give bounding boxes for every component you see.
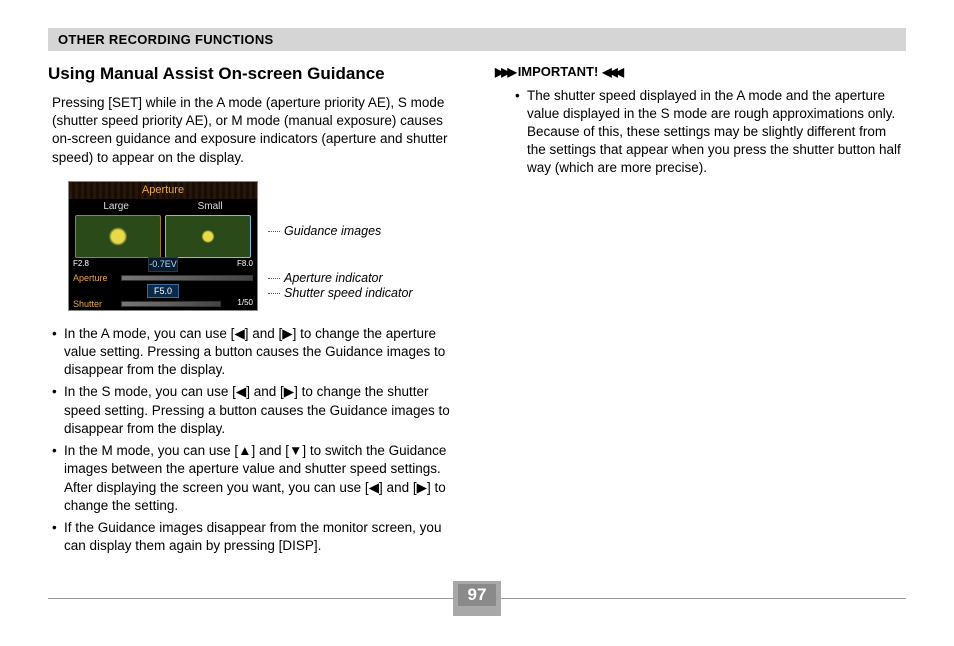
leader-line-icon (268, 278, 280, 279)
lcd-ev-row: F2.8 -0.7EV F8.0 (69, 258, 257, 272)
lcd-label-small: Small (198, 200, 223, 214)
lcd-aperture-value: F5.0 (147, 284, 179, 298)
lcd-shutter-label: Shutter (73, 298, 117, 310)
leader-line-icon (268, 231, 280, 232)
page-number-box: 97 (453, 581, 501, 616)
lcd-aperture-value-row: F5.0 (69, 284, 257, 298)
topic-title: Using Manual Assist On-screen Guidance (48, 63, 459, 86)
important-heading: IMPORTANT! (495, 63, 906, 81)
figure-callouts: Guidance images Aperture indicator Shutt… (268, 181, 438, 311)
bullet-a-mode: In the A mode, you can use [◀] and [▶] t… (52, 325, 459, 380)
lcd-aperture-track (121, 275, 253, 281)
lcd-small-aperture-image (165, 215, 251, 257)
footer-rule-right (501, 598, 906, 599)
left-column: Using Manual Assist On-screen Guidance P… (48, 63, 459, 559)
lcd-shutter-track (121, 301, 221, 307)
lcd-aperture-row: Aperture (69, 272, 257, 284)
bullet-s-mode: In the S mode, you can use [◀] and [▶] t… (52, 383, 459, 438)
lcd-title: Aperture (69, 182, 257, 199)
lcd-screenshot: Aperture Large Small F2.8 -0.7EV F8.0 Ap… (68, 181, 258, 311)
lcd-figure: Aperture Large Small F2.8 -0.7EV F8.0 Ap… (68, 181, 459, 311)
two-column-layout: Using Manual Assist On-screen Guidance P… (48, 63, 906, 559)
callout-guidance: Guidance images (268, 223, 438, 240)
callout-guidance-text: Guidance images (284, 223, 381, 240)
section-header-bar: OTHER RECORDING FUNCTIONS (48, 28, 906, 51)
page-number: 97 (458, 584, 497, 606)
mode-instructions-list: In the A mode, you can use [◀] and [▶] t… (48, 325, 459, 556)
lcd-shutter-row: Shutter 1/50 (69, 298, 257, 310)
footer-rule-left (48, 598, 453, 599)
lcd-guidance-images (69, 215, 257, 257)
lcd-label-large: Large (103, 200, 129, 214)
lcd-ev-value: -0.7EV (148, 257, 178, 271)
chevrons-left-icon (602, 64, 621, 80)
page-footer: 97 (48, 581, 906, 616)
callout-shutter: Shutter speed indicator (268, 285, 438, 302)
lcd-right-f: F8.0 (225, 259, 253, 270)
lcd-size-labels: Large Small (69, 199, 257, 216)
callout-shutter-text: Shutter speed indicator (284, 285, 413, 302)
important-item-1: The shutter speed displayed in the A mod… (515, 87, 906, 178)
leader-line-icon (268, 293, 280, 294)
chevrons-right-icon (495, 64, 514, 80)
lcd-shutter-value: 1/50 (225, 298, 253, 309)
intro-paragraph: Pressing [SET] while in the A mode (aper… (48, 94, 459, 167)
lcd-left-f: F2.8 (73, 259, 101, 270)
bullet-m-mode: In the M mode, you can use [▲] and [▼] t… (52, 442, 459, 515)
right-column: IMPORTANT! The shutter speed displayed i… (495, 63, 906, 559)
important-label: IMPORTANT! (518, 63, 599, 81)
bullet-disp: If the Guidance images disappear from th… (52, 519, 459, 555)
lcd-large-aperture-image (75, 215, 161, 257)
important-list: The shutter speed displayed in the A mod… (495, 87, 906, 178)
lcd-aperture-label: Aperture (73, 272, 117, 284)
section-header-text: OTHER RECORDING FUNCTIONS (58, 32, 274, 47)
